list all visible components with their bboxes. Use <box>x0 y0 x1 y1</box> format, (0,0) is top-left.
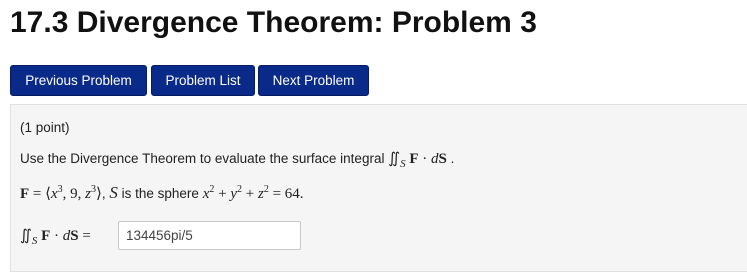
problem-list-button[interactable]: Problem List <box>151 65 255 96</box>
previous-problem-button[interactable]: Previous Problem <box>10 65 147 96</box>
problem-panel: (1 point) Use the Divergence Theorem to … <box>10 104 747 272</box>
instruction-line: Use the Divergence Theorem to evaluate t… <box>20 151 455 170</box>
answer-label: ∬S F · dS = <box>20 228 91 247</box>
surface-integral-expression: ∬S F · dS <box>388 151 447 170</box>
instruction-text: Use the Divergence Theorem to evaluate t… <box>20 151 385 166</box>
answer-input[interactable]: 134456pi/5 <box>118 221 301 250</box>
next-problem-button[interactable]: Next Problem <box>258 65 369 96</box>
points-label: (1 point) <box>20 120 70 135</box>
field-definition-line: F = ⟨x3, 9, z3⟩, S is the sphere x2 + y2… <box>20 183 304 202</box>
page-title: 17.3 Divergence Theorem: Problem 3 <box>10 6 537 39</box>
